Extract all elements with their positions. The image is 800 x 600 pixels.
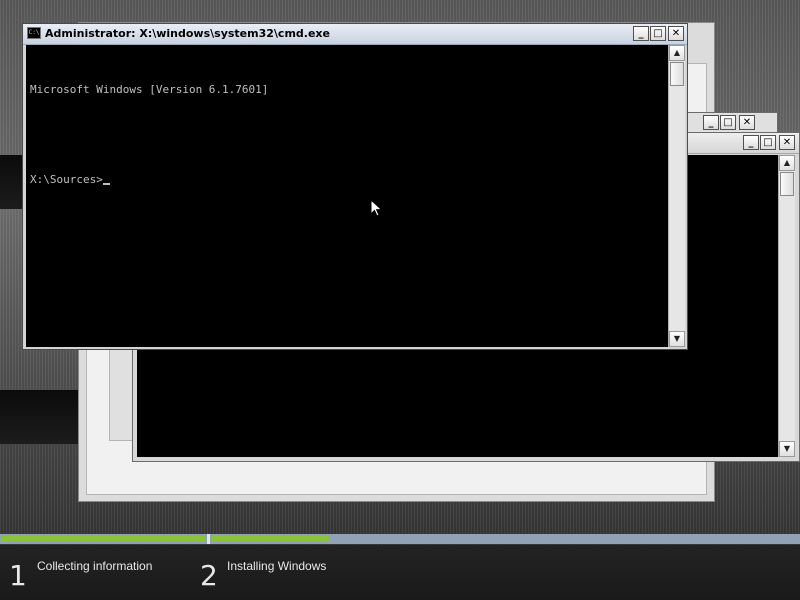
scroll-thumb[interactable] (670, 62, 684, 86)
background-window-1: _ □ ✕ (682, 112, 778, 134)
cmd-window: C:\ Administrator: X:\windows\system32\c… (22, 23, 688, 350)
minimize-button[interactable]: _ (703, 115, 719, 130)
step-label: Collecting information (37, 559, 153, 573)
step-number: 2 (200, 559, 218, 592)
background-stripe (0, 390, 80, 444)
setup-steps-bar: 1 Collecting information 2 Installing Wi… (0, 545, 800, 600)
scroll-down-button[interactable]: ▼ (669, 331, 685, 347)
background-console-scrollbar[interactable]: ▲ ▼ (778, 155, 795, 457)
progress-divider (207, 534, 210, 544)
console-prompt: X:\Sources> (30, 173, 103, 186)
minimize-button[interactable]: _ (633, 26, 649, 41)
scroll-up-button[interactable]: ▲ (669, 45, 685, 61)
scroll-up-button[interactable]: ▲ (779, 155, 795, 171)
progress-step1-fill (2, 536, 205, 542)
cmd-app-icon[interactable]: C:\ (27, 27, 41, 39)
scroll-thumb[interactable] (780, 172, 794, 196)
setup-progress-bar (0, 534, 800, 544)
console-prompt-line: X:\Sources> (30, 171, 664, 189)
minimize-button[interactable]: _ (743, 135, 759, 150)
text-cursor (102, 183, 110, 185)
scroll-down-button[interactable]: ▼ (779, 441, 795, 457)
maximize-button[interactable]: □ (720, 115, 736, 130)
background-stripe (0, 155, 24, 209)
maximize-button[interactable]: □ (650, 26, 666, 41)
cmd-window-title: Administrator: X:\windows\system32\cmd.e… (45, 27, 330, 40)
maximize-button[interactable]: □ (760, 135, 776, 150)
step-number: 1 (9, 559, 27, 592)
cmd-scrollbar[interactable]: ▲ ▼ (668, 45, 685, 347)
close-button[interactable]: ✕ (668, 26, 684, 41)
progress-step2-fill (212, 536, 329, 542)
console-line: Microsoft Windows [Version 6.1.7601] (30, 83, 269, 96)
close-button[interactable]: ✕ (779, 135, 795, 150)
mouse-pointer-icon (370, 199, 383, 217)
close-button[interactable]: ✕ (739, 115, 755, 130)
step-label: Installing Windows (227, 559, 327, 573)
cmd-console-output[interactable]: Microsoft Windows [Version 6.1.7601] X:\… (26, 45, 668, 347)
